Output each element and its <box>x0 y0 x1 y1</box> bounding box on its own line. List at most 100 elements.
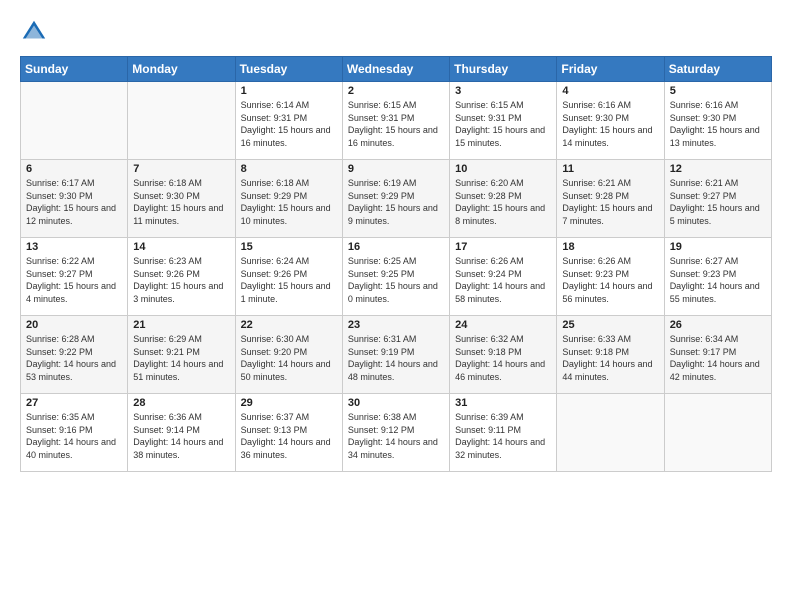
day-info: Sunrise: 6:15 AM Sunset: 9:31 PM Dayligh… <box>455 99 551 149</box>
day-info: Sunrise: 6:29 AM Sunset: 9:21 PM Dayligh… <box>133 333 229 383</box>
day-number: 23 <box>348 319 444 331</box>
day-number: 13 <box>26 241 122 253</box>
calendar-cell: 11 Sunrise: 6:21 AM Sunset: 9:28 PM Dayli… <box>557 160 664 238</box>
day-number: 16 <box>348 241 444 253</box>
day-info: Sunrise: 6:14 AM Sunset: 9:31 PM Dayligh… <box>241 99 337 149</box>
calendar-week-row: 1Sunrise: 6:14 AM Sunset: 9:31 PM Daylig… <box>21 82 772 160</box>
calendar-cell: 20 Sunrise: 6:28 AM Sunset: 9:22 PM Dayli… <box>21 316 128 394</box>
day-number: 22 <box>241 319 337 331</box>
calendar-cell: 31Sunrise: 6:39 AM Sunset: 9:11 PM Dayli… <box>450 394 557 472</box>
calendar-cell <box>128 82 235 160</box>
logo <box>20 18 52 46</box>
calendar-cell: 30 Sunrise: 6:38 AM Sunset: 9:12 PM Dayli… <box>342 394 449 472</box>
day-number: 5 <box>670 85 766 97</box>
calendar-week-row: 20 Sunrise: 6:28 AM Sunset: 9:22 PM Dayli… <box>21 316 772 394</box>
day-info: Sunrise: 6:28 AM Sunset: 9:22 PM Dayligh… <box>26 333 122 383</box>
day-number: 28 <box>133 397 229 409</box>
day-info: Sunrise: 6:17 AM Sunset: 9:30 PM Dayligh… <box>26 177 122 227</box>
calendar-cell: 10Sunrise: 6:20 AM Sunset: 9:28 PM Dayli… <box>450 160 557 238</box>
day-info: Sunrise: 6:32 AM Sunset: 9:18 PM Dayligh… <box>455 333 551 383</box>
calendar-cell: 4 Sunrise: 6:16 AM Sunset: 9:30 PM Daylig… <box>557 82 664 160</box>
day-info: Sunrise: 6:16 AM Sunset: 9:30 PM Dayligh… <box>670 99 766 149</box>
day-info: Sunrise: 6:22 AM Sunset: 9:27 PM Dayligh… <box>26 255 122 305</box>
calendar-cell <box>664 394 771 472</box>
day-number: 17 <box>455 241 551 253</box>
day-info: Sunrise: 6:18 AM Sunset: 9:30 PM Dayligh… <box>133 177 229 227</box>
weekday-header: Tuesday <box>235 57 342 82</box>
calendar-cell: 23 Sunrise: 6:31 AM Sunset: 9:19 PM Dayli… <box>342 316 449 394</box>
calendar-cell: 8 Sunrise: 6:18 AM Sunset: 9:29 PM Daylig… <box>235 160 342 238</box>
calendar-cell: 16 Sunrise: 6:25 AM Sunset: 9:25 PM Dayli… <box>342 238 449 316</box>
day-info: Sunrise: 6:21 AM Sunset: 9:28 PM Dayligh… <box>562 177 658 227</box>
day-number: 3 <box>455 85 551 97</box>
day-info: Sunrise: 6:23 AM Sunset: 9:26 PM Dayligh… <box>133 255 229 305</box>
calendar-cell: 26 Sunrise: 6:34 AM Sunset: 9:17 PM Dayli… <box>664 316 771 394</box>
logo-icon <box>20 18 48 46</box>
calendar-cell: 9 Sunrise: 6:19 AM Sunset: 9:29 PM Daylig… <box>342 160 449 238</box>
page-header <box>20 18 772 46</box>
calendar-table: SundayMondayTuesdayWednesdayThursdayFrid… <box>20 56 772 472</box>
calendar-header-row: SundayMondayTuesdayWednesdayThursdayFrid… <box>21 57 772 82</box>
weekday-header: Sunday <box>21 57 128 82</box>
day-number: 15 <box>241 241 337 253</box>
day-info: Sunrise: 6:38 AM Sunset: 9:12 PM Dayligh… <box>348 411 444 461</box>
day-number: 12 <box>670 163 766 175</box>
calendar-cell: 22Sunrise: 6:30 AM Sunset: 9:20 PM Dayli… <box>235 316 342 394</box>
day-number: 2 <box>348 85 444 97</box>
calendar-cell: 27 Sunrise: 6:35 AM Sunset: 9:16 PM Dayli… <box>21 394 128 472</box>
day-number: 24 <box>455 319 551 331</box>
day-number: 11 <box>562 163 658 175</box>
calendar-cell: 28Sunrise: 6:36 AM Sunset: 9:14 PM Dayli… <box>128 394 235 472</box>
calendar-week-row: 27 Sunrise: 6:35 AM Sunset: 9:16 PM Dayli… <box>21 394 772 472</box>
day-info: Sunrise: 6:26 AM Sunset: 9:23 PM Dayligh… <box>562 255 658 305</box>
weekday-header: Wednesday <box>342 57 449 82</box>
calendar-week-row: 13 Sunrise: 6:22 AM Sunset: 9:27 PM Dayli… <box>21 238 772 316</box>
calendar-cell <box>557 394 664 472</box>
calendar-cell: 24 Sunrise: 6:32 AM Sunset: 9:18 PM Dayli… <box>450 316 557 394</box>
day-number: 14 <box>133 241 229 253</box>
calendar-cell: 21Sunrise: 6:29 AM Sunset: 9:21 PM Dayli… <box>128 316 235 394</box>
day-number: 7 <box>133 163 229 175</box>
calendar-cell: 1Sunrise: 6:14 AM Sunset: 9:31 PM Daylig… <box>235 82 342 160</box>
calendar-cell: 5 Sunrise: 6:16 AM Sunset: 9:30 PM Daylig… <box>664 82 771 160</box>
calendar-cell: 25 Sunrise: 6:33 AM Sunset: 9:18 PM Dayli… <box>557 316 664 394</box>
day-info: Sunrise: 6:33 AM Sunset: 9:18 PM Dayligh… <box>562 333 658 383</box>
day-number: 6 <box>26 163 122 175</box>
calendar-cell: 13 Sunrise: 6:22 AM Sunset: 9:27 PM Dayli… <box>21 238 128 316</box>
calendar-cell: 17 Sunrise: 6:26 AM Sunset: 9:24 PM Dayli… <box>450 238 557 316</box>
calendar-cell: 19Sunrise: 6:27 AM Sunset: 9:23 PM Dayli… <box>664 238 771 316</box>
day-number: 30 <box>348 397 444 409</box>
day-info: Sunrise: 6:26 AM Sunset: 9:24 PM Dayligh… <box>455 255 551 305</box>
day-info: Sunrise: 6:24 AM Sunset: 9:26 PM Dayligh… <box>241 255 337 305</box>
day-info: Sunrise: 6:15 AM Sunset: 9:31 PM Dayligh… <box>348 99 444 149</box>
calendar-cell: 7 Sunrise: 6:18 AM Sunset: 9:30 PM Daylig… <box>128 160 235 238</box>
day-number: 25 <box>562 319 658 331</box>
day-number: 31 <box>455 397 551 409</box>
day-number: 8 <box>241 163 337 175</box>
day-number: 9 <box>348 163 444 175</box>
day-info: Sunrise: 6:35 AM Sunset: 9:16 PM Dayligh… <box>26 411 122 461</box>
day-number: 27 <box>26 397 122 409</box>
day-info: Sunrise: 6:25 AM Sunset: 9:25 PM Dayligh… <box>348 255 444 305</box>
weekday-header: Saturday <box>664 57 771 82</box>
weekday-header: Thursday <box>450 57 557 82</box>
calendar-cell: 15 Sunrise: 6:24 AM Sunset: 9:26 PM Dayli… <box>235 238 342 316</box>
day-info: Sunrise: 6:19 AM Sunset: 9:29 PM Dayligh… <box>348 177 444 227</box>
day-number: 26 <box>670 319 766 331</box>
weekday-header: Monday <box>128 57 235 82</box>
calendar-cell: 12Sunrise: 6:21 AM Sunset: 9:27 PM Dayli… <box>664 160 771 238</box>
day-info: Sunrise: 6:37 AM Sunset: 9:13 PM Dayligh… <box>241 411 337 461</box>
day-info: Sunrise: 6:27 AM Sunset: 9:23 PM Dayligh… <box>670 255 766 305</box>
calendar-cell: 29Sunrise: 6:37 AM Sunset: 9:13 PM Dayli… <box>235 394 342 472</box>
weekday-header: Friday <box>557 57 664 82</box>
day-info: Sunrise: 6:31 AM Sunset: 9:19 PM Dayligh… <box>348 333 444 383</box>
day-info: Sunrise: 6:34 AM Sunset: 9:17 PM Dayligh… <box>670 333 766 383</box>
day-number: 20 <box>26 319 122 331</box>
day-info: Sunrise: 6:18 AM Sunset: 9:29 PM Dayligh… <box>241 177 337 227</box>
day-number: 10 <box>455 163 551 175</box>
day-number: 18 <box>562 241 658 253</box>
day-number: 4 <box>562 85 658 97</box>
day-info: Sunrise: 6:16 AM Sunset: 9:30 PM Dayligh… <box>562 99 658 149</box>
calendar-cell: 2 Sunrise: 6:15 AM Sunset: 9:31 PM Daylig… <box>342 82 449 160</box>
calendar-cell: 14 Sunrise: 6:23 AM Sunset: 9:26 PM Dayli… <box>128 238 235 316</box>
